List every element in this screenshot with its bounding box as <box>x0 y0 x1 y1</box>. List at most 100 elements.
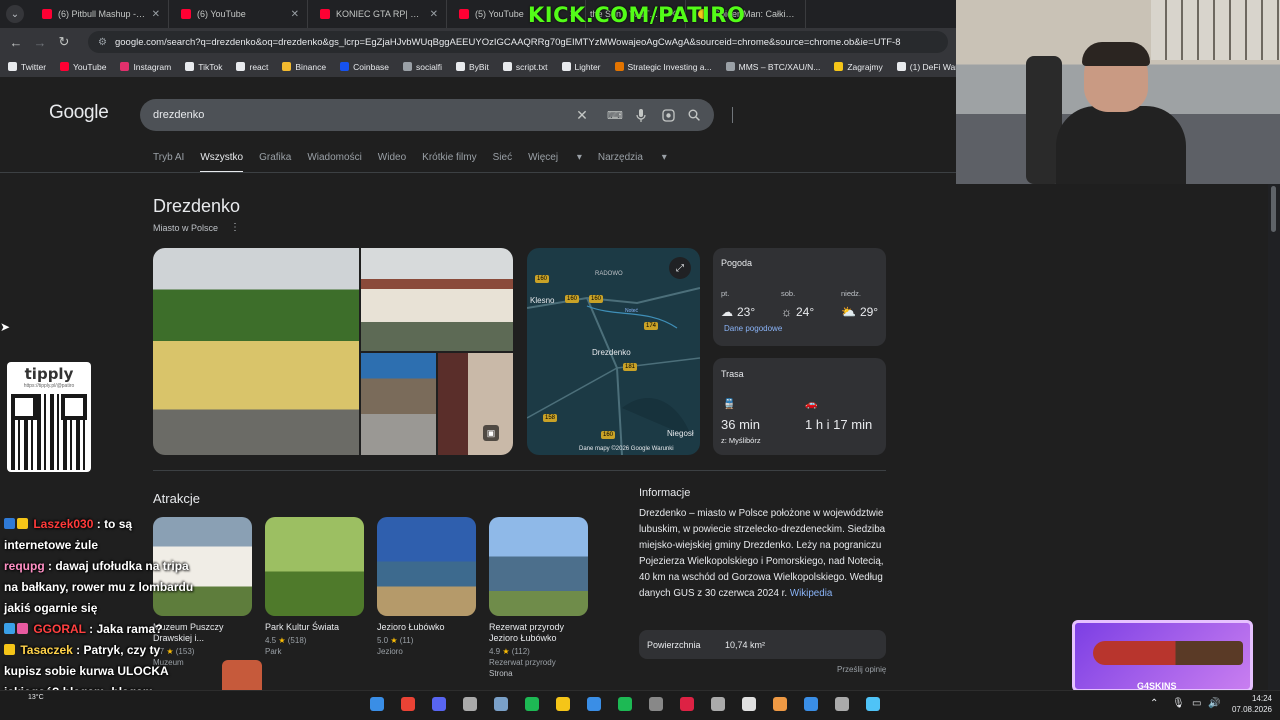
bookmark-icon <box>896 62 906 71</box>
bookmark-item[interactable]: YouTube <box>60 62 106 72</box>
divider <box>0 172 956 173</box>
weather-temp: 29° <box>859 305 879 319</box>
bookmark-item[interactable]: Twitter <box>8 62 46 72</box>
tab-web[interactable]: Sieć <box>493 152 512 163</box>
search-box[interactable]: ✕ ⌨ <box>140 99 733 131</box>
bookmark-item[interactable]: Zagrajmy <box>834 62 883 72</box>
network-icon[interactable]: ▭ <box>1192 698 1201 709</box>
close-icon[interactable]: ✕ <box>430 9 438 20</box>
attraction-card[interactable]: Park Kultur Świata 4.5 ★ (518) Park <box>265 517 364 656</box>
forward-icon[interactable]: → <box>28 35 52 50</box>
app-icon[interactable] <box>711 697 725 711</box>
map-preview[interactable]: RADOWO Klesno Noteć Drezdenko Niegosł 16… <box>527 248 700 455</box>
app-icon[interactable] <box>773 697 787 711</box>
feedback-link[interactable]: Prześlij opinię <box>837 665 886 674</box>
taskbar-weather[interactable]: 13°C <box>28 694 44 701</box>
volume-icon[interactable]: 🔊 <box>1208 698 1220 709</box>
bookmark-item[interactable]: Binance <box>282 62 326 72</box>
photo-main[interactable] <box>153 248 359 455</box>
spotify-icon[interactable] <box>649 697 663 711</box>
chat-message: GGORAL : Jaka rama? <box>4 619 194 640</box>
search-input[interactable] <box>153 109 563 121</box>
bookmark-item[interactable]: (1) DeFi Warhol on... <box>896 62 956 72</box>
tab-search-icon[interactable]: ⌄ <box>6 5 24 23</box>
app-icon[interactable] <box>680 697 694 711</box>
photo-street[interactable] <box>361 353 436 455</box>
review-count: (112) <box>511 647 530 656</box>
notepad-icon[interactable] <box>866 697 880 711</box>
browser-tab[interactable]: KONIEC GTA RP| MAMMO ✕ <box>308 0 447 28</box>
clear-icon[interactable]: ✕ <box>572 99 592 131</box>
knife-icon <box>1093 641 1243 665</box>
search-tabs: Tryb AI Wszystko Grafika Wiadomości Wide… <box>153 152 683 173</box>
bookmark-item[interactable]: Strategic Investing a... <box>614 62 712 72</box>
bookmark-item[interactable]: react <box>236 62 268 72</box>
bookmark-item[interactable]: Coinbase <box>340 62 389 72</box>
start-icon[interactable] <box>370 697 384 711</box>
back-icon[interactable]: ← <box>4 35 28 50</box>
bookmark-item[interactable]: script.txt <box>502 61 548 72</box>
search-icon[interactable] <box>684 99 704 131</box>
bookmark-icon <box>456 62 466 71</box>
app-icon[interactable] <box>804 697 818 711</box>
attraction-card[interactable]: Jezioro Łubówko 5.0 ★ (11) Jezioro <box>377 517 476 656</box>
chrome-icon[interactable] <box>401 697 415 711</box>
photo-square[interactable] <box>361 248 513 351</box>
bookmark-item[interactable]: TikTok <box>185 62 222 72</box>
chevron-up-icon[interactable]: ⌃ <box>1150 698 1158 709</box>
expand-map-icon[interactable]: ⤢ <box>669 257 691 279</box>
browser-tab[interactable]: (6) Pitbull Mashup - YouTube ✕ <box>30 0 169 28</box>
weather-data-link[interactable]: Dane pogodowe <box>724 324 782 333</box>
weather-card[interactable]: Pogoda pt. sob. niedz. ☁ 23° ☼ 24° ⛅ 29° Da… <box>713 248 886 346</box>
app-icon[interactable] <box>835 697 849 711</box>
settings-icon[interactable] <box>494 697 508 711</box>
app-icon[interactable] <box>742 697 756 711</box>
tab-videos[interactable]: Wideo <box>378 152 406 163</box>
bookmark-item[interactable]: ByBit <box>456 62 489 72</box>
website-link[interactable]: Strona <box>489 669 588 678</box>
clock[interactable]: 14:24 07.08.2026 <box>1232 693 1272 715</box>
wikipedia-link[interactable]: Wikipedia <box>790 588 832 599</box>
weather-forecast-item: ☁ 23° <box>721 305 755 319</box>
close-icon[interactable]: ✕ <box>152 9 160 20</box>
microphone-icon[interactable]: 🎙 <box>1172 698 1185 709</box>
address-bar[interactable]: ⚙ google.com/search?q=drezdenko&oq=drezd… <box>88 31 948 53</box>
attraction-name: Park Kultur Świata <box>265 622 340 632</box>
more-options-icon[interactable]: ⋮ <box>230 222 240 233</box>
keyboard-icon[interactable]: ⌨ <box>605 99 625 131</box>
bookmark-item[interactable]: MMS – BTC/XAU/N... <box>725 62 820 72</box>
app-icon[interactable] <box>618 697 632 711</box>
tab-news[interactable]: Wiadomości <box>307 152 361 163</box>
bookmark-item[interactable]: Instagram <box>120 62 171 72</box>
discord-icon[interactable] <box>432 697 446 711</box>
photo-houses[interactable] <box>438 353 513 455</box>
lens-icon[interactable] <box>658 99 678 131</box>
google-logo[interactable]: Google <box>49 102 109 124</box>
tab-tools[interactable]: Narzędzia ▾ <box>598 152 667 163</box>
tab-more[interactable]: Więcej ▾ <box>528 152 582 163</box>
microphone-icon[interactable] <box>631 99 651 131</box>
bookmark-item[interactable]: socialfi <box>403 62 442 72</box>
browser-tab[interactable]: (6) YouTube ✕ <box>169 0 308 28</box>
app-icon[interactable] <box>587 697 601 711</box>
app-icon[interactable] <box>463 697 477 711</box>
star-icon: ★ <box>390 636 398 645</box>
route-card[interactable]: Trasa 🚆 🚗 36 min z: Myślibórz 1 h i 17 m… <box>713 358 886 455</box>
scrollbar-thumb[interactable] <box>1271 186 1276 232</box>
site-info-icon[interactable]: ⚙ <box>98 37 107 48</box>
tab-images[interactable]: Grafika <box>259 152 291 163</box>
bookmark-label: script.txt <box>515 61 548 72</box>
divider <box>732 107 733 123</box>
bookmark-item[interactable]: Lighter <box>561 62 601 72</box>
steam-icon[interactable] <box>525 697 539 711</box>
tab-short-videos[interactable]: Krótkie filmy <box>422 152 476 163</box>
folder-icon[interactable] <box>556 697 570 711</box>
star-icon: ★ <box>278 636 286 645</box>
attraction-card[interactable]: Rezerwat przyrody Jezioro Łubówko 4.9 ★ … <box>489 517 588 678</box>
images-icon[interactable]: ▣ <box>483 425 499 441</box>
tab-all[interactable]: Wszystko <box>200 152 243 173</box>
reload-icon[interactable]: ↻ <box>52 34 76 50</box>
scrollbar-track[interactable] <box>1268 180 1280 700</box>
tab-ai-mode[interactable]: Tryb AI <box>153 152 184 163</box>
close-icon[interactable]: ✕ <box>291 9 299 20</box>
